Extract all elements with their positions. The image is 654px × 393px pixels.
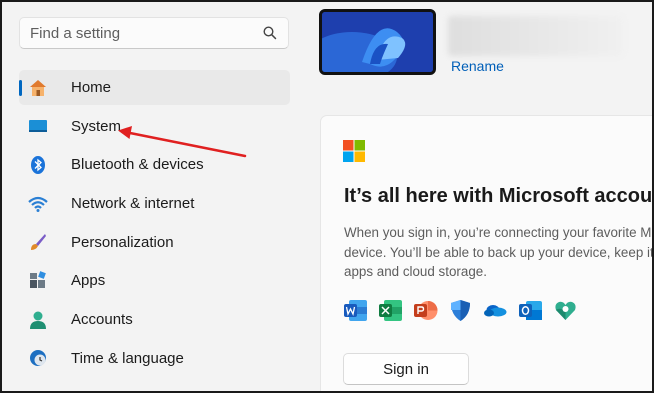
description-line: apps and cloud storage. <box>344 264 487 279</box>
device-name-redacted <box>448 16 623 56</box>
device-thumbnail <box>319 9 436 75</box>
sidebar-nav: Home System Bluetooth & devices Network … <box>19 70 290 380</box>
sidebar-item-label: Network & internet <box>71 195 195 213</box>
clock-globe-icon <box>28 348 48 368</box>
family-icon <box>555 301 576 320</box>
rename-link[interactable]: Rename <box>451 58 504 74</box>
wifi-icon <box>28 194 48 214</box>
sidebar-item-label: Time & language <box>71 349 184 367</box>
excel-icon <box>379 300 402 321</box>
home-icon <box>28 78 48 98</box>
sidebar-item-network[interactable]: Network & internet <box>19 186 290 221</box>
powerpoint-icon <box>414 301 438 320</box>
search-icon[interactable] <box>262 25 278 41</box>
sidebar-item-label: Bluetooth & devices <box>71 156 204 174</box>
onedrive-icon <box>484 305 507 317</box>
search-box[interactable]: Find a setting <box>19 17 289 49</box>
sidebar-item-apps[interactable]: Apps <box>19 263 290 298</box>
sidebar-item-label: System <box>71 117 122 135</box>
bluetooth-icon <box>28 155 48 175</box>
sidebar-item-label: Apps <box>71 272 106 290</box>
brush-icon <box>28 232 48 252</box>
sidebar-item-label: Personalization <box>71 233 174 251</box>
sidebar-item-label: Accounts <box>71 311 133 329</box>
sidebar-item-label: Home <box>71 79 112 96</box>
description-line: device. You’ll be able to back up your d… <box>344 244 654 260</box>
system-icon <box>28 116 48 136</box>
description-line: When you sign in, you’re connecting your… <box>344 225 652 240</box>
sidebar-item-bluetooth[interactable]: Bluetooth & devices <box>19 147 290 182</box>
sidebar-item-system[interactable]: System <box>19 109 290 144</box>
microsoft-logo-icon <box>343 140 365 162</box>
sidebar-item-time-language[interactable]: Time & language <box>19 341 290 376</box>
apps-icon <box>28 271 48 291</box>
outlook-icon <box>519 301 542 320</box>
word-icon <box>344 300 367 321</box>
app-icon-row <box>343 298 578 323</box>
sign-in-button[interactable]: Sign in <box>343 353 469 385</box>
person-icon <box>28 310 48 330</box>
card-description: When you sign in, you’re connecting your… <box>344 223 654 282</box>
sidebar-item-personalization[interactable]: Personalization <box>19 225 290 260</box>
defender-icon <box>451 300 470 321</box>
settings-window: Find a setting Home System Bluetooth & d… <box>0 0 654 393</box>
search-input[interactable]: Find a setting <box>30 25 262 42</box>
card-title: It’s all here with Microsoft account <box>344 185 654 207</box>
sidebar-item-accounts[interactable]: Accounts <box>19 302 290 337</box>
sidebar-item-home[interactable]: Home <box>19 70 290 105</box>
